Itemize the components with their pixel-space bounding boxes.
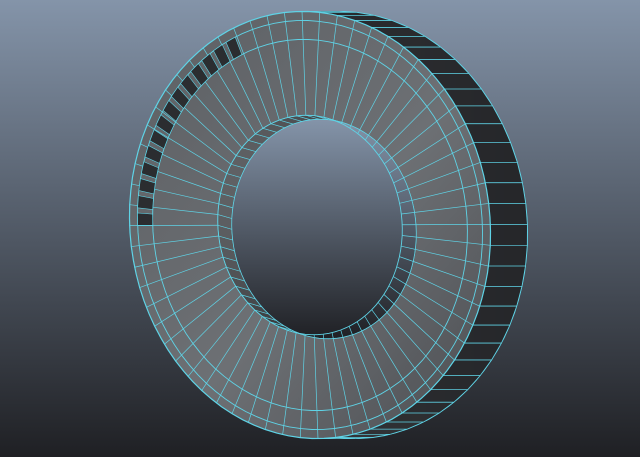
rim-face — [484, 182, 527, 204]
washer-mesh[interactable] — [128, 10, 529, 440]
rim-face — [488, 203, 528, 225]
rim-face — [473, 142, 518, 163]
rim-face — [484, 265, 526, 287]
3d-viewport[interactable] — [0, 0, 640, 457]
rim-face — [479, 286, 523, 307]
bevel-notch — [137, 212, 153, 226]
bevel-notch — [137, 195, 154, 210]
rim-face — [488, 244, 528, 267]
viewport-canvas[interactable] — [0, 0, 640, 457]
rim-face — [472, 305, 518, 326]
rim-face — [489, 224, 528, 246]
rim-face — [479, 162, 523, 184]
